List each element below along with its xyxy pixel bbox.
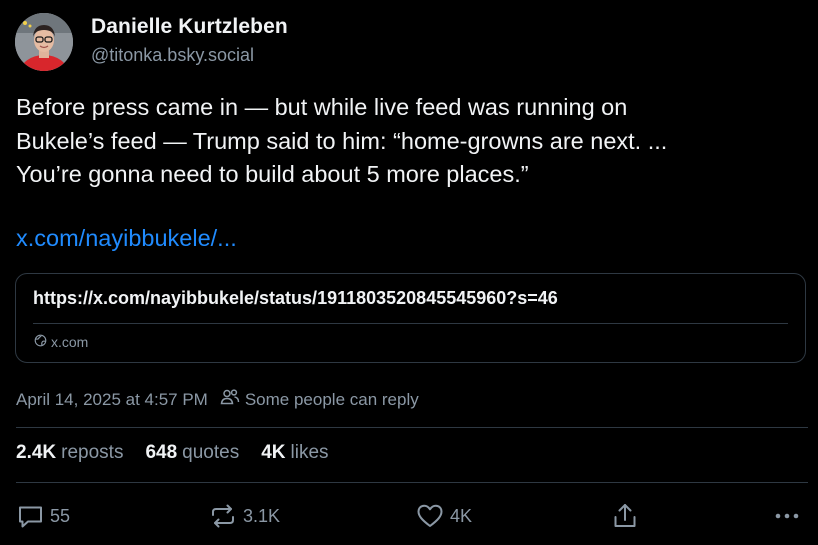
post-timestamp: April 14, 2025 at 4:57 PM xyxy=(16,389,208,409)
quotes-stat[interactable]: 648 quotes xyxy=(145,442,239,464)
likes-count: 4K xyxy=(261,442,286,463)
author-handle[interactable]: @titonka.bsky.social xyxy=(91,45,254,66)
link-card-domain: x.com xyxy=(51,334,89,350)
share-upload-icon xyxy=(612,502,638,530)
divider xyxy=(16,427,808,428)
post-text-line: Bukele’s feed — Trump said to him: “home… xyxy=(16,127,668,154)
people-icon xyxy=(220,388,240,411)
avatar-image xyxy=(15,13,73,71)
link-card-url: https://x.com/nayibbukele/status/1911803… xyxy=(33,288,558,308)
divider xyxy=(16,482,808,483)
link-card-divider xyxy=(33,323,788,324)
like-button[interactable]: 4K xyxy=(416,500,472,532)
post-text: Before press came in — but while live fe… xyxy=(16,91,806,192)
post-thread-view: Danielle Kurtzleben @titonka.bsky.social… xyxy=(0,0,818,545)
reposts-stat[interactable]: 2.4K reposts xyxy=(16,442,123,464)
reply-setting-label: Some people can reply xyxy=(244,389,419,409)
reply-count: 55 xyxy=(50,505,71,526)
reposts-label: reposts xyxy=(61,442,124,463)
share-button[interactable] xyxy=(612,500,638,532)
more-options-button[interactable] xyxy=(774,500,802,532)
author-avatar[interactable] xyxy=(15,13,73,71)
post-text-line: You’re gonna need to build about 5 more … xyxy=(16,161,529,187)
post-text-line: Before press came in — but while live fe… xyxy=(16,94,628,120)
repost-count: 3.1K xyxy=(243,505,281,526)
repost-button[interactable]: 3.1K xyxy=(209,500,280,532)
heart-icon xyxy=(416,503,444,529)
link-preview-card[interactable]: https://x.com/nayibbukele/status/1911803… xyxy=(15,273,806,363)
speech-bubble-icon xyxy=(17,504,44,529)
likes-label: likes xyxy=(290,442,329,463)
reposts-count: 2.4K xyxy=(16,442,57,463)
link-card-domain-row: x.com xyxy=(34,334,88,350)
quotes-count: 648 xyxy=(145,442,178,463)
repost-arrows-icon xyxy=(209,503,237,529)
likes-stat[interactable]: 4K likes xyxy=(261,442,328,464)
reply-setting[interactable]: Some people can reply xyxy=(220,388,419,411)
reply-button[interactable]: 55 xyxy=(17,500,70,532)
quotes-label: quotes xyxy=(182,442,240,463)
engagement-stats: 2.4K reposts 648 quotes 4K likes xyxy=(16,442,329,464)
more-dots-icon xyxy=(774,512,802,520)
like-count: 4K xyxy=(450,505,473,526)
post-meta-row: April 14, 2025 at 4:57 PM Some people ca… xyxy=(16,388,419,411)
post-inline-link[interactable]: x.com/nayibbukele/... xyxy=(16,225,237,252)
globe-icon xyxy=(34,334,47,350)
author-display-name[interactable]: Danielle Kurtzleben xyxy=(91,15,288,39)
